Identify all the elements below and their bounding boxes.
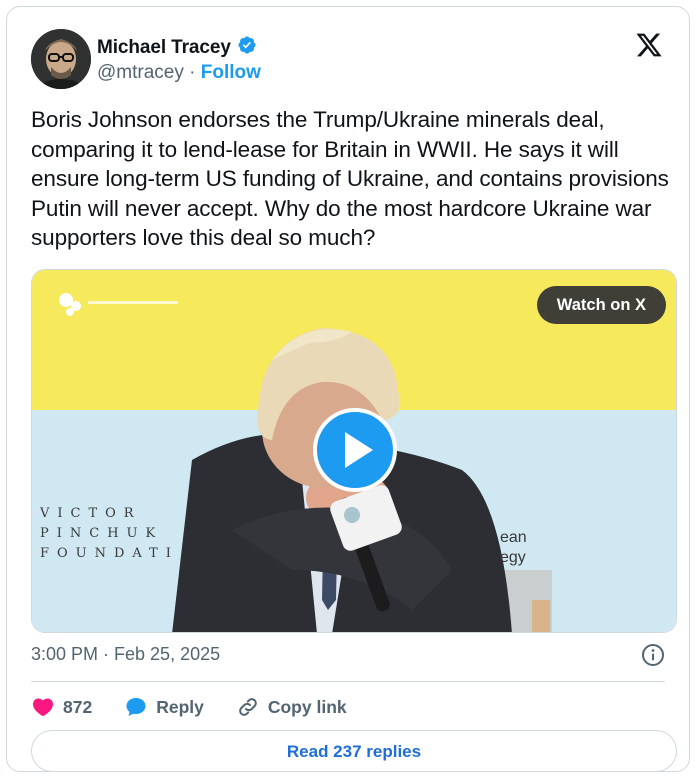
follow-link[interactable]: Follow	[201, 62, 261, 83]
foundation-line-3: FOUNDATI	[40, 546, 179, 561]
banner-fragment-line-1: ean	[500, 529, 527, 546]
reply-label: Reply	[156, 696, 204, 717]
reply-bubble-icon	[126, 698, 146, 716]
avatar[interactable]	[31, 29, 91, 89]
like-button[interactable]: 872	[31, 695, 92, 719]
banner-fragment-text: ean egy	[500, 528, 527, 568]
video-player[interactable]: VICTOR PINCHUK FOUNDATI ean egy Watch on…	[31, 269, 677, 633]
reply-button[interactable]: Reply	[124, 695, 204, 719]
handle-separator: ·	[189, 62, 196, 83]
copy-link-label: Copy link	[267, 696, 347, 717]
banner-fragment-line-2: egy	[500, 549, 526, 566]
x-logo-icon[interactable]	[635, 31, 663, 59]
copy-link-button[interactable]: Copy link	[236, 695, 347, 719]
link-icon	[239, 698, 257, 716]
watch-on-x-button[interactable]: Watch on X	[536, 286, 666, 324]
author-name[interactable]: Michael Tracey	[97, 37, 231, 59]
tweet-text: Boris Johnson endorses the Trump/Ukraine…	[31, 107, 669, 250]
author-handle-row: @mtracey · Follow	[97, 62, 261, 84]
foundation-line-2: PINCHUK	[40, 526, 164, 541]
play-icon	[345, 432, 373, 468]
tweet-timestamp[interactable]: 3:00 PM · Feb 25, 2025	[31, 644, 220, 665]
read-replies-button[interactable]: Read 237 replies	[31, 730, 677, 772]
author-name-row: Michael Tracey	[97, 35, 257, 60]
tweet-card: Michael Tracey @mtracey · Follow Boris J…	[6, 6, 690, 772]
verified-badge-icon	[237, 35, 257, 60]
foundation-line-1: VICTOR	[40, 506, 142, 521]
action-bar: 872 Reply Copy link	[31, 693, 379, 721]
author-handle[interactable]: @mtracey	[97, 62, 184, 83]
divider	[31, 681, 665, 682]
heart-icon	[32, 698, 54, 717]
like-count: 872	[63, 696, 93, 717]
info-icon[interactable]	[641, 643, 665, 667]
foundation-banner-text: VICTOR PINCHUK FOUNDATI	[40, 504, 179, 564]
play-button[interactable]	[313, 408, 397, 492]
